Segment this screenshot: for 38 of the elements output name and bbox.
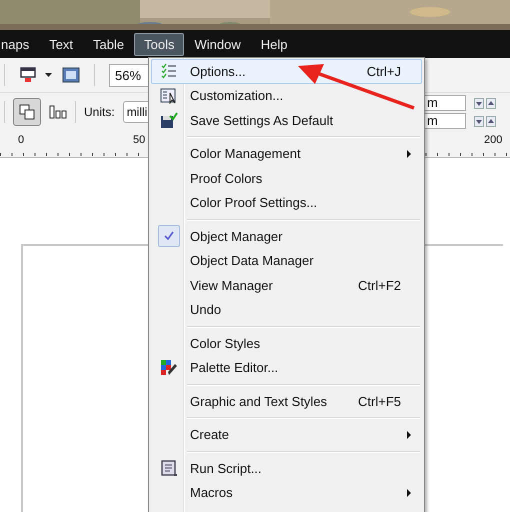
document-icon <box>161 460 177 477</box>
floppy-check-icon <box>160 112 178 129</box>
menu-item[interactable]: Undo <box>151 298 422 322</box>
menu-bar-item[interactable]: naps <box>0 32 40 56</box>
ruler-label: 200 <box>484 134 502 146</box>
ruler-label: 50 <box>133 134 146 146</box>
menu-bar-item[interactable]: Text <box>39 32 84 56</box>
units-label: Units: <box>84 105 115 119</box>
menu-bar-item[interactable]: Tools <box>134 32 184 56</box>
menu-item[interactable]: Object Data Manager <box>151 248 422 273</box>
ruler-label: 0 <box>18 134 24 146</box>
menu-item[interactable]: Color Management <box>151 142 422 166</box>
layout-button[interactable] <box>13 98 41 126</box>
menu-item[interactable]: Palette Editor... <box>151 356 422 380</box>
menu-item[interactable]: Color Proof Settings... <box>151 190 422 215</box>
shortcut-label: Ctrl+F5 <box>358 394 401 409</box>
menu-item[interactable]: Color Styles <box>151 331 422 356</box>
menu-bar-item[interactable]: Help <box>250 32 298 56</box>
menu-item[interactable]: Run Script... <box>151 456 422 480</box>
menu-bar-item[interactable]: Table <box>83 32 134 56</box>
menu-item[interactable]: Object Manager <box>151 224 422 248</box>
palette-icon <box>160 360 178 376</box>
shortcut-label: Ctrl+F2 <box>358 278 401 293</box>
menu-item[interactable]: Graphic and Text Styles Ctrl+F5 <box>151 389 422 414</box>
menu-item[interactable]: Options... Ctrl+J <box>151 59 422 84</box>
caret-icon[interactable] <box>45 73 52 77</box>
window-cursor-icon <box>160 88 178 104</box>
picture-frame-icon[interactable] <box>62 67 80 83</box>
menu-item[interactable]: Macros <box>151 480 422 505</box>
shortcut-label: Ctrl+J <box>366 64 401 79</box>
align-icon[interactable] <box>49 105 67 119</box>
menu-item[interactable]: Proof Colors <box>151 166 422 190</box>
monitor-icon[interactable] <box>19 66 37 84</box>
menu-bar-item[interactable]: Window <box>184 32 251 56</box>
overlap-icon <box>19 104 35 120</box>
checklist-icon <box>161 63 177 80</box>
menu-item[interactable]: View Manager Ctrl+F2 <box>151 273 422 298</box>
menu-item[interactable]: Create <box>151 422 422 447</box>
